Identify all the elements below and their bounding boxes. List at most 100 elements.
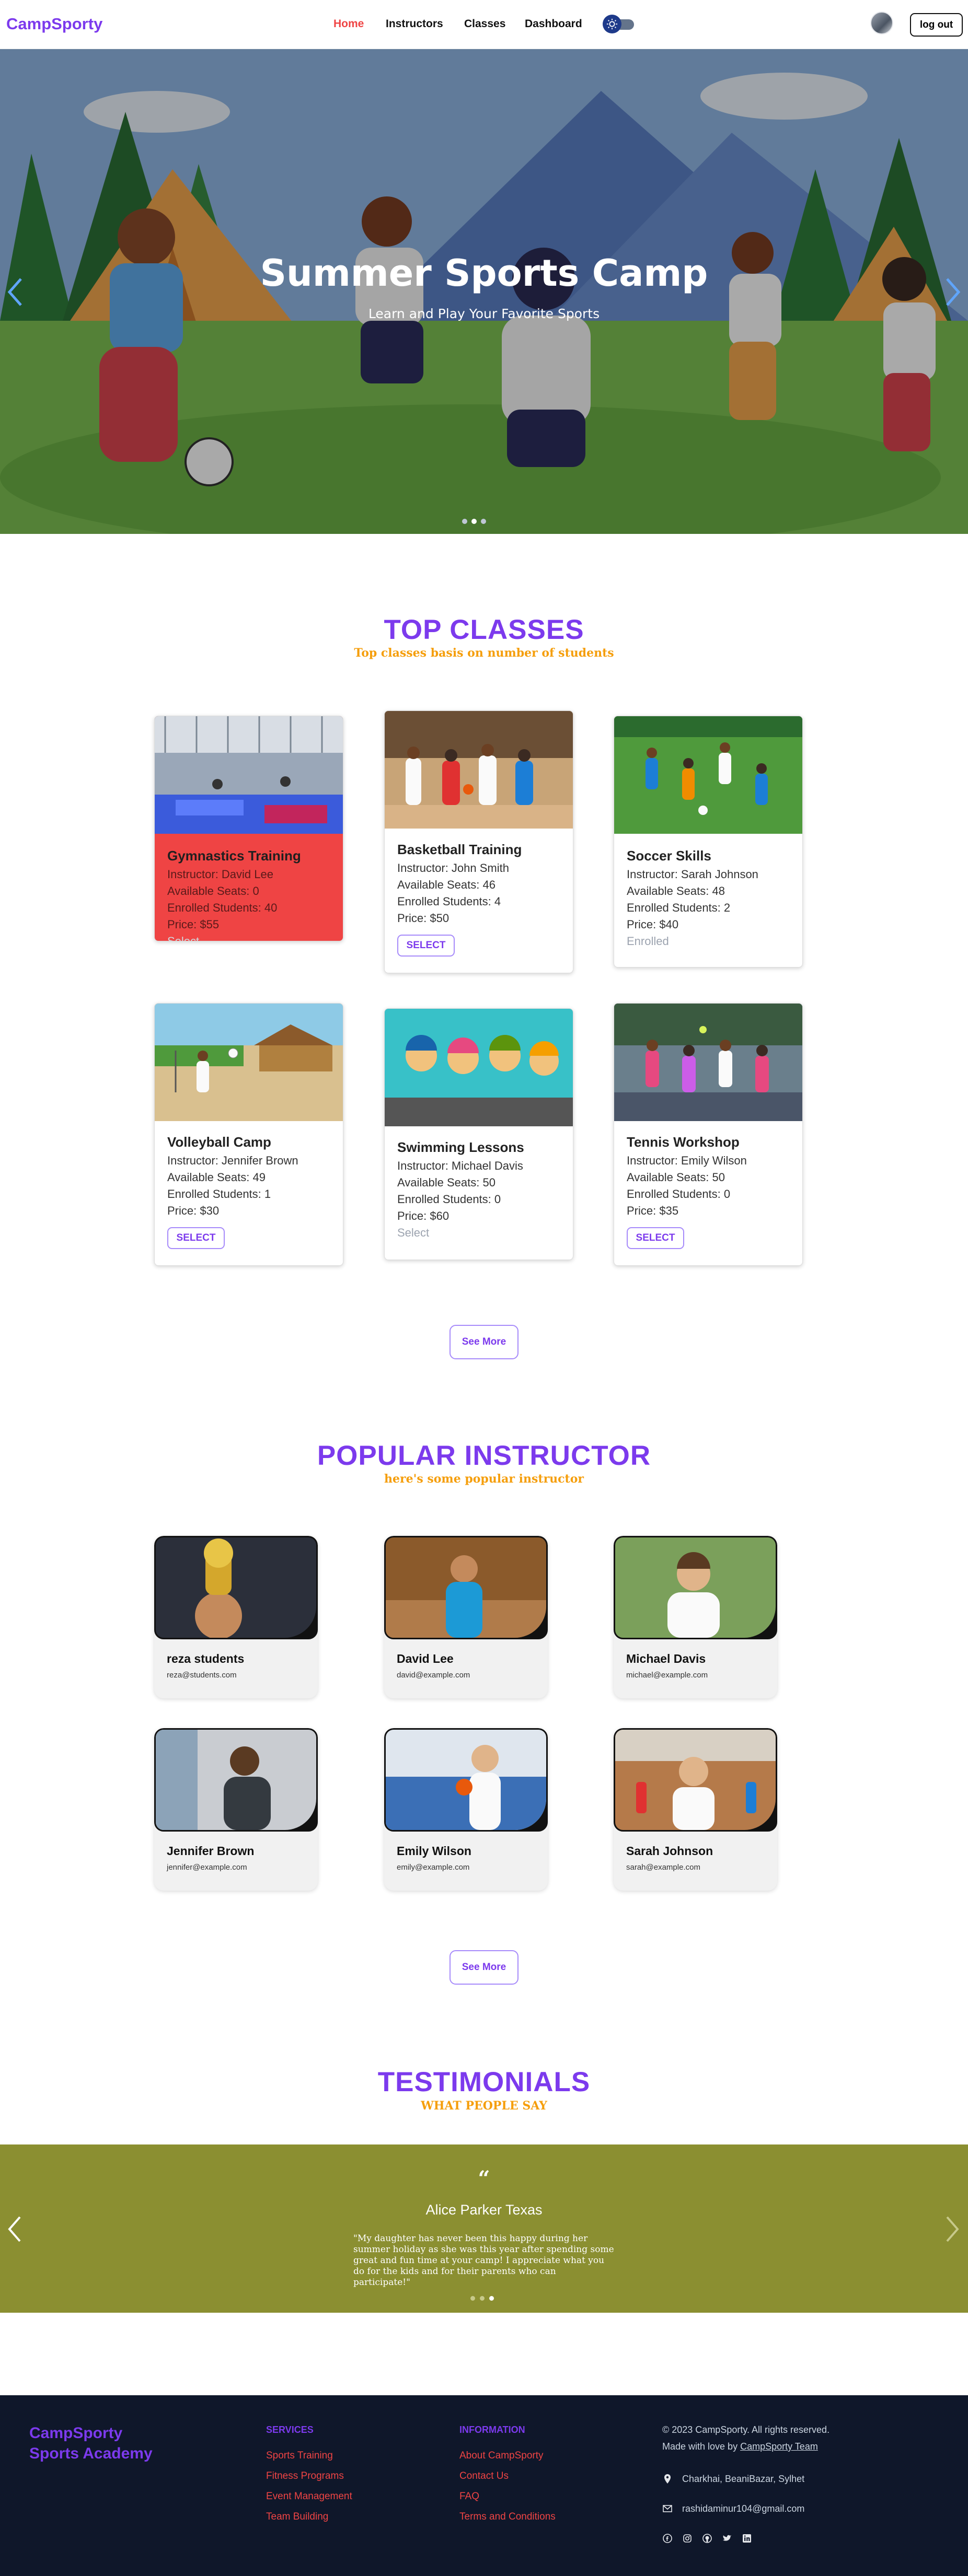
instructor-card: Jennifer Brown jennifer@example.com: [154, 1728, 318, 1891]
twitter-icon[interactable]: [722, 2533, 732, 2544]
testimonial-prev-arrow-icon[interactable]: [6, 2214, 23, 2244]
class-card: Swimming Lessons Instructor: Michael Dav…: [384, 1008, 573, 1260]
hero-dot-2[interactable]: [471, 519, 477, 524]
class-seats: Available Seats: 50: [397, 1176, 495, 1189]
class-select-disabled: Select: [397, 1226, 430, 1239]
nav-link-classes[interactable]: Classes: [464, 18, 505, 30]
footer-services-heading: SERVICES: [266, 2425, 314, 2435]
top-classes-subtitle: Top classes basis on number of students: [354, 646, 614, 660]
hero-prev-arrow-icon[interactable]: [5, 274, 26, 310]
hero-title: Summer Sports Camp: [260, 252, 708, 295]
footer-link-faq[interactable]: FAQ: [459, 2491, 479, 2502]
instagram-icon[interactable]: [682, 2533, 693, 2544]
class-card: Basketball Training Instructor: John Smi…: [384, 710, 573, 973]
instructor-name: David Lee: [397, 1652, 454, 1665]
footer-link-about[interactable]: About CampSporty: [459, 2450, 544, 2462]
testimonial-dot-3[interactable]: [489, 2296, 494, 2301]
class-seats: Available Seats: 46: [397, 878, 495, 891]
testimonial-next-arrow-icon[interactable]: [944, 2214, 961, 2244]
instructor-name: Sarah Johnson: [626, 1844, 713, 1858]
class-image-gymnastics: [155, 716, 343, 834]
hero-dot-1[interactable]: [462, 519, 467, 524]
select-class-button[interactable]: SELECT: [397, 935, 455, 957]
instructor-name: Jennifer Brown: [167, 1844, 255, 1858]
footer-made-with-text: Made with love by: [662, 2441, 738, 2452]
instructor-photo: [614, 1728, 777, 1832]
nav-link-home[interactable]: Home: [333, 18, 364, 30]
sun-icon: [603, 15, 621, 33]
class-enrolled: Enrolled Students: 1: [167, 1187, 271, 1200]
class-price: Price: $50: [397, 912, 450, 925]
theme-toggle[interactable]: [603, 15, 635, 33]
select-class-button[interactable]: SELECT: [627, 1227, 684, 1249]
footer-made-with: Made with love by CampSporty Team: [662, 2441, 818, 2452]
footer-link-team-building[interactable]: Team Building: [266, 2511, 328, 2523]
nav-link-dashboard[interactable]: Dashboard: [525, 18, 582, 30]
class-seats: Available Seats: 50: [627, 1171, 725, 1184]
testimonial-carousel: “ Alice Parker Texas "My daughter has ne…: [0, 2144, 968, 2313]
footer-link-fitness-programs[interactable]: Fitness Programs: [266, 2470, 344, 2482]
hero-dot-3[interactable]: [481, 519, 486, 524]
instructors-see-more-button[interactable]: See More: [450, 1950, 518, 1985]
class-image-basketball: [385, 711, 573, 829]
hero-subtitle: Learn and Play Your Favorite Sports: [368, 306, 600, 321]
class-enrolled-status: Enrolled: [627, 935, 669, 948]
logout-button[interactable]: log out: [910, 13, 963, 37]
footer-brand-line1: CampSporty: [29, 2425, 123, 2442]
footer-copyright: © 2023 CampSporty. All rights reserved.: [662, 2425, 830, 2435]
class-name: Volleyball Camp: [167, 1134, 271, 1150]
class-price: Price: $60: [397, 1209, 450, 1222]
instructor-email: sarah@example.com: [626, 1863, 700, 1872]
testimonials-title: TESTIMONIALS: [377, 2067, 591, 2097]
facebook-icon[interactable]: [662, 2533, 673, 2544]
select-class-button[interactable]: SELECT: [167, 1227, 225, 1249]
class-name: Swimming Lessons: [397, 1139, 524, 1155]
top-classes-title: TOP CLASSES: [384, 614, 584, 645]
mail-icon: [662, 2503, 673, 2514]
github-icon[interactable]: [702, 2533, 712, 2544]
footer-link-sports-training[interactable]: Sports Training: [266, 2450, 333, 2462]
instructor-email: emily@example.com: [397, 1863, 470, 1872]
class-image-swimming: [385, 1009, 573, 1126]
instructor-card: David Lee david@example.com: [384, 1536, 548, 1698]
footer-address: Charkhai, BeaniBazar, Sylhet: [682, 2474, 805, 2484]
class-price: Price: $30: [167, 1204, 220, 1217]
footer-team-link[interactable]: CampSporty Team: [740, 2441, 818, 2452]
footer-link-terms[interactable]: Terms and Conditions: [459, 2511, 556, 2523]
linkedin-icon[interactable]: [742, 2533, 752, 2544]
nav-link-instructors[interactable]: Instructors: [386, 18, 443, 30]
user-avatar[interactable]: [870, 11, 893, 34]
class-price: Price: $35: [627, 1204, 679, 1217]
classes-see-more-button[interactable]: See More: [450, 1325, 518, 1359]
class-card: Soccer Skills Instructor: Sarah Johnson …: [614, 716, 803, 968]
instructor-email: reza@students.com: [167, 1671, 237, 1680]
class-seats: Available Seats: 49: [167, 1171, 266, 1184]
class-enrolled: Enrolled Students: 2: [627, 901, 731, 914]
instructor-name: Emily Wilson: [397, 1844, 471, 1858]
class-enrolled: Enrolled Students: 40: [167, 901, 278, 914]
instructor-name: Michael Davis: [626, 1652, 706, 1665]
site-logo[interactable]: CampSporty: [6, 15, 102, 33]
instructor-email: jennifer@example.com: [167, 1863, 247, 1872]
instructor-card: Sarah Johnson sarah@example.com: [614, 1728, 777, 1891]
footer-link-contact[interactable]: Contact Us: [459, 2470, 509, 2482]
class-instructor: Instructor: Michael Davis: [397, 1159, 523, 1172]
instructor-email: michael@example.com: [626, 1671, 708, 1680]
footer-link-event-management[interactable]: Event Management: [266, 2491, 352, 2502]
hero-next-arrow-icon[interactable]: [942, 274, 963, 310]
location-pin-icon: [662, 2474, 673, 2484]
class-image-soccer: [614, 716, 802, 834]
testimonial-dot-1[interactable]: [470, 2296, 475, 2301]
class-image-tennis: [614, 1004, 802, 1121]
instructor-photo: [384, 1536, 548, 1639]
class-price: Price: $55: [167, 918, 220, 931]
instructor-email: david@example.com: [397, 1671, 470, 1680]
testimonial-dot-2[interactable]: [480, 2296, 485, 2301]
class-name: Gymnastics Training: [167, 848, 301, 864]
class-name: Soccer Skills: [627, 848, 711, 864]
navbar: CampSporty Home Instructors Classes Dash…: [0, 0, 968, 49]
footer-email: rashidaminur104@gmail.com: [682, 2503, 805, 2514]
footer-info-heading: INFORMATION: [459, 2425, 525, 2435]
testimonial-author: Alice Parker Texas: [425, 2202, 543, 2218]
class-instructor: Instructor: David Lee: [167, 868, 273, 881]
